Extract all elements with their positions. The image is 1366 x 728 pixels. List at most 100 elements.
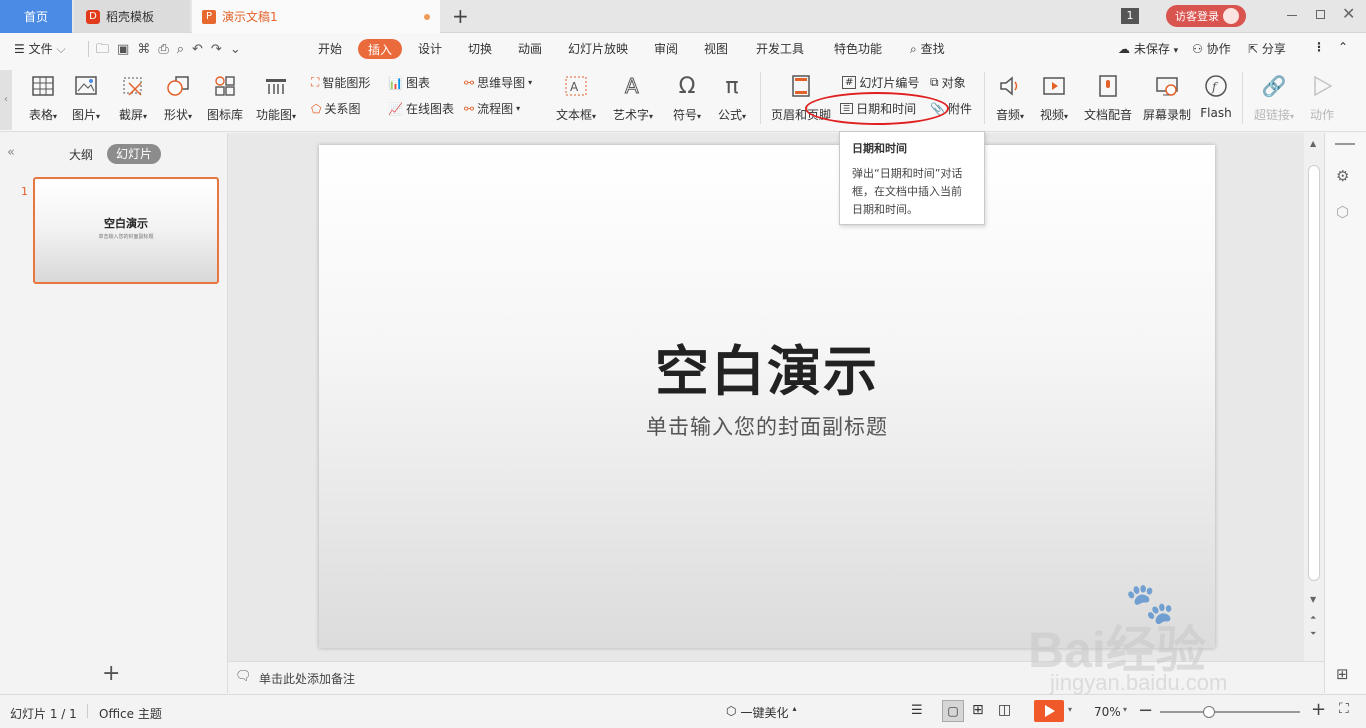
- scrollbar-thumb[interactable]: [1308, 165, 1320, 581]
- print-preview-icon[interactable]: ⌕: [177, 42, 192, 57]
- restore-button[interactable]: [1316, 10, 1325, 19]
- slide-thumbnail[interactable]: 空白演示 单击输入您的封面副标题: [33, 177, 219, 284]
- hyperlink-button[interactable]: 🔗 超链接▾: [1252, 72, 1296, 123]
- collab-button[interactable]: ⚇ 协作: [1192, 40, 1231, 57]
- reading-view-icon[interactable]: ◫: [998, 702, 1011, 718]
- minimize-button[interactable]: [1287, 15, 1297, 16]
- shape-label: 形状: [163, 108, 188, 122]
- tab-developer[interactable]: 开发工具: [756, 40, 804, 57]
- formula-button[interactable]: π 公式▾: [715, 72, 749, 123]
- theme-name: Office 主题: [99, 707, 162, 721]
- close-window-button[interactable]: ✕: [1342, 4, 1355, 23]
- slide-canvas[interactable]: 空白演示 单击输入您的封面副标题: [319, 145, 1215, 648]
- video-button[interactable]: 视频▾: [1036, 72, 1072, 123]
- fit-window-icon[interactable]: ⛶: [1339, 701, 1349, 717]
- file-menu[interactable]: ☰ 文件 ⌵: [14, 40, 66, 57]
- window-count-badge[interactable]: 1: [1121, 8, 1139, 24]
- action-button[interactable]: 动作: [1306, 72, 1338, 123]
- zoom-in-button[interactable]: +: [1311, 699, 1326, 720]
- collapse-ribbon-icon[interactable]: ⌃: [1338, 40, 1348, 54]
- relation-chart-button[interactable]: ⬠ 关系图: [311, 100, 360, 117]
- scroll-up-icon[interactable]: ▲: [1310, 139, 1316, 148]
- tab-features[interactable]: 特色功能: [834, 40, 882, 57]
- open-folder-icon[interactable]: 🗀: [96, 42, 117, 57]
- divider: [88, 41, 89, 57]
- audio-button[interactable]: 音频▾: [992, 72, 1028, 123]
- zoom-level[interactable]: 70%: [1094, 705, 1121, 719]
- zoom-out-button[interactable]: −: [1138, 700, 1153, 721]
- tab-transition[interactable]: 切换: [468, 40, 492, 57]
- tab-daoke-templates[interactable]: D 稻壳模板: [74, 0, 190, 33]
- login-button[interactable]: 访客登录: [1166, 5, 1246, 27]
- formula-label: 公式: [717, 108, 742, 122]
- slide-number-button[interactable]: # 幻灯片编号: [842, 74, 919, 91]
- slide-sorter-view-icon[interactable]: ⊞: [972, 702, 984, 718]
- more-menu-icon[interactable]: ⋮: [1313, 40, 1325, 54]
- table-button[interactable]: 表格▾: [27, 72, 59, 123]
- play-slideshow-button[interactable]: [1034, 700, 1064, 722]
- mind-map-button[interactable]: ⚯ 思维导图 ▾: [464, 74, 532, 91]
- doc-voice-button[interactable]: 文档配音: [1083, 72, 1133, 123]
- textbox-button[interactable]: A 文本框▾: [553, 72, 599, 123]
- search-command[interactable]: ⌕ 查找: [910, 40, 945, 57]
- format-painter-icon[interactable]: ⌘: [137, 42, 158, 57]
- chevron-down-icon[interactable]: ▾: [1068, 705, 1072, 714]
- action-label: 动作: [1309, 108, 1334, 122]
- cube-icon: ⬡: [726, 704, 737, 718]
- tab-insert[interactable]: 插入: [358, 39, 402, 59]
- smart-art-button[interactable]: ⛶ 智能图形: [311, 74, 370, 91]
- undo-icon[interactable]: ↶: [192, 42, 211, 57]
- online-chart-button[interactable]: 📈 在线图表: [388, 100, 454, 117]
- wordart-button[interactable]: A 艺术字▾: [610, 72, 656, 123]
- symbol-button[interactable]: Ω 符号▾: [670, 72, 704, 123]
- tab-animation[interactable]: 动画: [518, 40, 542, 57]
- ribbon-scroll-left-button[interactable]: ‹: [0, 70, 12, 130]
- icon-library-button[interactable]: 图标库: [206, 72, 244, 123]
- zoom-slider-thumb[interactable]: [1203, 706, 1215, 718]
- tab-slideshow[interactable]: 幻灯片放映: [568, 40, 628, 57]
- share-button[interactable]: ⇱ 分享: [1248, 40, 1286, 57]
- unsaved-status[interactable]: ☁ 未保存 ▾: [1118, 40, 1178, 57]
- search-label: 查找: [920, 42, 945, 56]
- screenshot-button[interactable]: 截屏▾: [115, 72, 151, 123]
- save-icon[interactable]: ▣: [117, 42, 137, 57]
- object-button[interactable]: ⧉ 对象: [930, 74, 966, 91]
- cube-icon[interactable]: ⬡: [1336, 203, 1349, 221]
- hash-icon: #: [842, 76, 857, 89]
- slide-title[interactable]: 空白演示: [319, 327, 1215, 406]
- function-chart-button[interactable]: 功能图▾: [253, 72, 299, 123]
- tab-slides[interactable]: 幻灯片: [107, 144, 162, 164]
- chevron-down-icon: ⌵: [56, 42, 66, 56]
- beautify-button[interactable]: ⬡ 一键美化 ▴: [726, 704, 797, 721]
- add-slide-button[interactable]: +: [102, 661, 120, 686]
- shape-button[interactable]: 形状▾: [160, 72, 196, 123]
- flow-chart-button[interactable]: ⚯ 流程图 ▾: [464, 100, 520, 117]
- customize-dropdown-icon[interactable]: ⌄: [230, 42, 249, 57]
- settings-sliders-icon[interactable]: ⚙: [1336, 167, 1349, 185]
- tab-outline[interactable]: 大纲: [69, 146, 93, 163]
- picture-label: 图片: [71, 108, 96, 122]
- collapse-panel-icon[interactable]: «: [7, 145, 15, 160]
- tab-home[interactable]: 首页: [0, 0, 72, 33]
- redo-icon[interactable]: ↷: [211, 42, 230, 57]
- slide-subtitle[interactable]: 单击输入您的封面副标题: [319, 411, 1215, 441]
- normal-view-icon[interactable]: ▢: [942, 700, 964, 722]
- object-icon: ⧉: [930, 75, 939, 89]
- collab-label: 协作: [1206, 42, 1231, 56]
- notes-toggle-icon[interactable]: ☰: [911, 703, 923, 718]
- zoom-slider[interactable]: [1160, 711, 1300, 713]
- zoom-dropdown-icon[interactable]: ▾: [1123, 705, 1127, 714]
- chart-button[interactable]: 📊 图表: [388, 74, 430, 91]
- tab-document[interactable]: P 演示文稿1: [192, 0, 440, 33]
- tab-start[interactable]: 开始: [318, 40, 342, 57]
- new-tab-button[interactable]: +: [452, 4, 469, 28]
- grid-view-icon[interactable]: ⊞: [1336, 665, 1349, 683]
- tab-view[interactable]: 视图: [704, 40, 728, 57]
- picture-button[interactable]: 图片▾: [70, 72, 102, 123]
- screen-record-button[interactable]: 屏幕录制: [1142, 72, 1192, 123]
- print-icon[interactable]: ⎙: [158, 42, 176, 57]
- flash-button[interactable]: f Flash: [1199, 72, 1233, 120]
- tab-design[interactable]: 设计: [418, 40, 442, 57]
- tab-review[interactable]: 审阅: [654, 40, 678, 57]
- pi-icon: π: [725, 73, 739, 99]
